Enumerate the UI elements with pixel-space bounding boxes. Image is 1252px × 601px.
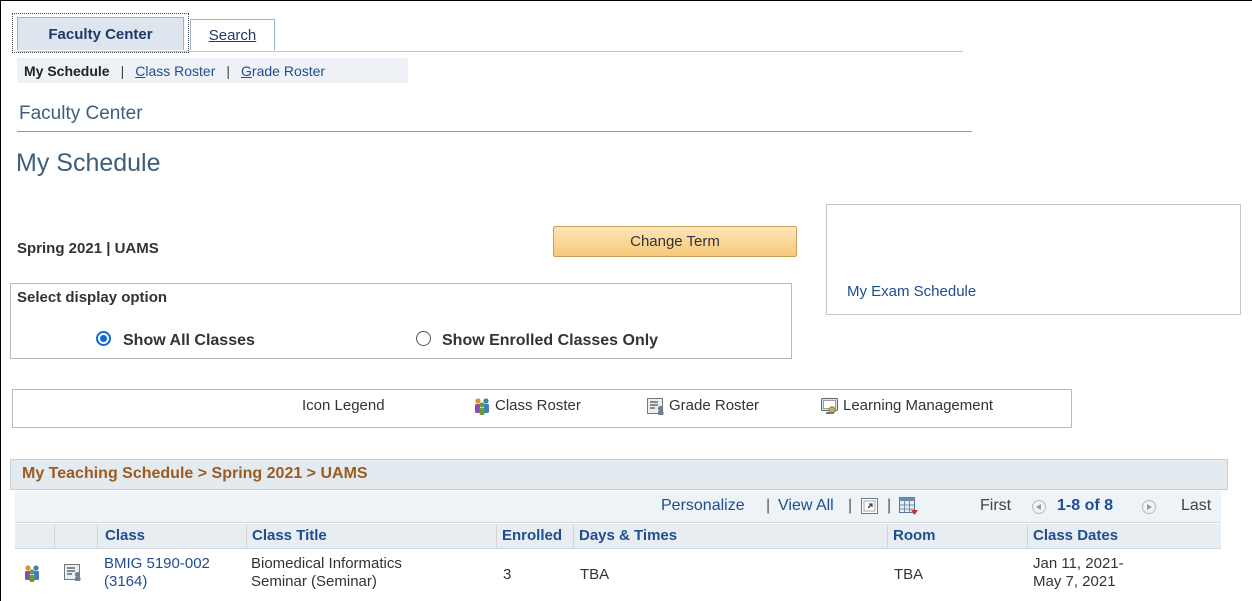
class-id: (3164) <box>104 573 148 590</box>
grid-nav-separator: | <box>887 497 892 514</box>
grade-roster-icon[interactable] <box>63 562 83 582</box>
grade-roster-accesskey: G <box>241 62 252 79</box>
next-page-icon[interactable] <box>1142 500 1156 514</box>
class-dates-end: May 7, 2021 <box>1033 573 1116 590</box>
personalize-link[interactable]: Personalize <box>661 497 745 515</box>
column-header-days-times[interactable]: Days & Times <box>579 527 677 544</box>
teaching-schedule-title: My Teaching Schedule > Spring 2021 > UAM… <box>10 459 1228 490</box>
subnav-class-roster-link[interactable]: Class Roster <box>135 63 215 79</box>
class-section-link[interactable]: BMIG 5190-002 (3164) <box>104 555 210 590</box>
subnav-my-schedule: My Schedule <box>24 62 110 79</box>
show-all-classes-radio[interactable] <box>96 331 111 346</box>
grid-nav-separator: | <box>848 497 853 514</box>
grade-roster-link-text: rade Roster <box>251 62 326 79</box>
enrolled-cell: 3 <box>503 566 512 583</box>
show-all-classes-label[interactable]: Show All Classes <box>123 332 255 350</box>
class-roster-icon[interactable] <box>22 563 42 583</box>
grade-roster-legend-label: Grade Roster <box>669 397 760 414</box>
column-header-class[interactable]: Class <box>105 527 145 544</box>
my-exam-schedule-link[interactable]: My Exam Schedule <box>847 283 976 300</box>
icon-legend-title: Icon Legend <box>302 397 385 414</box>
first-page-label[interactable]: First <box>980 497 1011 515</box>
section-title: Faculty Center <box>19 103 143 124</box>
section-divider <box>17 131 972 132</box>
days-times-cell: TBA <box>580 566 610 583</box>
class-roster-icon <box>475 398 489 415</box>
room-cell: TBA <box>894 566 924 583</box>
subnav-grade-roster-link[interactable]: Grade Roster <box>241 63 325 79</box>
tab-search[interactable]: Search <box>190 19 275 50</box>
view-all-link[interactable]: View All <box>778 497 834 515</box>
subnav-separator: | <box>226 62 231 79</box>
last-page-label[interactable]: Last <box>1181 497 1211 515</box>
show-enrolled-only-label[interactable]: Show Enrolled Classes Only <box>442 332 658 350</box>
class-roster-accesskey: C <box>135 62 146 79</box>
column-header-class-title[interactable]: Class Title <box>252 527 327 544</box>
learning-management-legend-label: Learning Management <box>843 397 994 414</box>
sub-navigation: My Schedule | Class Roster | Grade Roste… <box>17 58 408 83</box>
learning-management-icon <box>821 398 838 414</box>
column-header-enrolled[interactable]: Enrolled <box>502 527 562 544</box>
class-dates-cell: Jan 11, 2021- May 7, 2021 <box>1033 555 1124 591</box>
zoom-grid-icon[interactable] <box>860 497 880 516</box>
tab-underline <box>17 51 963 52</box>
grid-nav-separator: | <box>766 497 771 514</box>
subnav-separator: | <box>120 62 125 79</box>
grade-roster-icon <box>647 398 664 415</box>
row-count-label: 1-8 of 8 <box>1057 497 1114 514</box>
page-title: My Schedule <box>16 149 161 177</box>
tab-faculty-center[interactable]: Faculty Center <box>17 17 184 50</box>
class-title-cell: Biomedical Informatics Seminar (Seminar) <box>251 555 402 591</box>
class-roster-link-text: lass Roster <box>145 62 216 79</box>
column-header-room[interactable]: Room <box>893 527 936 544</box>
class-title-line2: Seminar (Seminar) <box>251 573 377 590</box>
previous-page-icon[interactable] <box>1032 500 1046 514</box>
class-roster-legend-label: Class Roster <box>495 397 581 414</box>
display-option-label: Select display option <box>17 289 168 306</box>
class-dates-start: Jan 11, 2021- <box>1033 555 1124 572</box>
class-number-cell[interactable]: BMIG 5190-002 (3164) <box>104 555 210 591</box>
class-title-line1: Biomedical Informatics <box>251 555 402 572</box>
term-label: Spring 2021 | UAMS <box>17 240 159 257</box>
column-header-class-dates[interactable]: Class Dates <box>1033 527 1118 544</box>
change-term-button[interactable]: Change Term <box>553 226 797 257</box>
download-spreadsheet-icon[interactable] <box>898 496 919 517</box>
class-code: BMIG 5190-002 <box>104 555 210 572</box>
show-enrolled-only-radio[interactable] <box>416 331 431 346</box>
tab-search-label: Search <box>208 26 257 44</box>
